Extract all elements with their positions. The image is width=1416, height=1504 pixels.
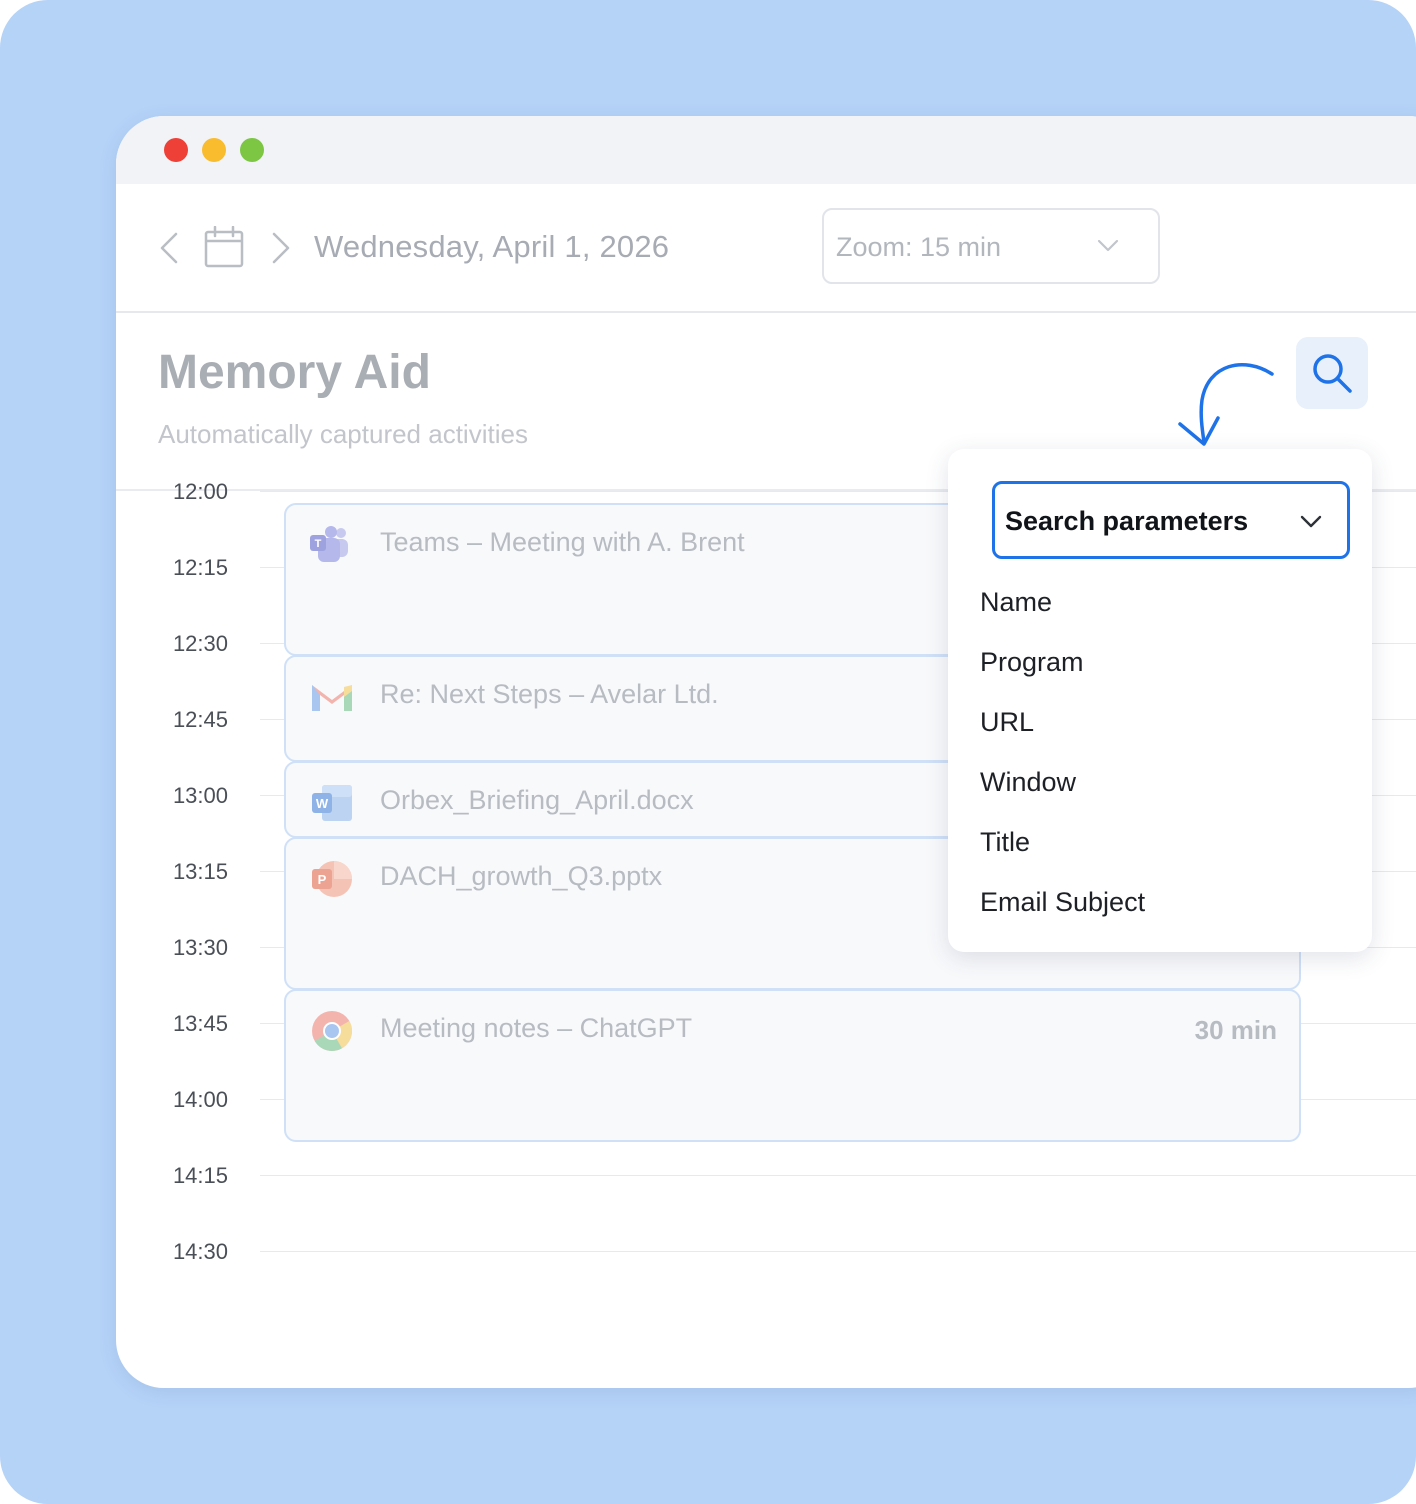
gmail-icon bbox=[310, 675, 354, 719]
time-label: 12:00 bbox=[172, 479, 228, 504]
curved-arrow-icon bbox=[1178, 363, 1274, 446]
search-parameters-dropdown: Search parameters Name Program URL Window Ti… bbox=[948, 449, 1372, 952]
maximize-window-button[interactable] bbox=[240, 138, 264, 162]
search-parameters-label: Search parameters bbox=[1005, 506, 1249, 536]
powerpoint-icon: P bbox=[310, 857, 354, 901]
chrome-icon bbox=[310, 1009, 354, 1053]
zoom-select[interactable]: Zoom: 15 min bbox=[822, 208, 1160, 284]
word-icon: W bbox=[310, 781, 354, 825]
svg-text:T: T bbox=[315, 538, 322, 550]
search-parameter-option[interactable]: Name bbox=[980, 587, 1052, 618]
event-duration: 30 min bbox=[1194, 1015, 1277, 1046]
teams-icon: T bbox=[310, 523, 354, 567]
search-icon bbox=[1313, 354, 1352, 393]
event-title: DACH_growth_Q3.pptx bbox=[380, 861, 663, 892]
time-label: 13:15 bbox=[172, 859, 228, 884]
chevron-down-icon bbox=[1300, 515, 1322, 528]
time-label: 13:45 bbox=[172, 1011, 228, 1036]
search-parameter-option[interactable]: Email Subject bbox=[980, 887, 1145, 918]
time-label: 14:30 bbox=[172, 1239, 228, 1264]
search-parameter-option[interactable]: URL bbox=[980, 707, 1034, 738]
time-label: 12:45 bbox=[172, 707, 228, 732]
event-title: Teams – Meeting with A. Brent bbox=[380, 527, 745, 557]
svg-text:W: W bbox=[316, 796, 329, 811]
time-label: 14:15 bbox=[172, 1163, 228, 1188]
time-label: 12:15 bbox=[172, 555, 228, 580]
page-subtitle: Automatically captured activities bbox=[158, 419, 528, 449]
title-bar bbox=[116, 116, 1416, 184]
event-title: Orbex_Briefing_April.docx bbox=[380, 785, 694, 816]
close-window-button[interactable] bbox=[164, 138, 188, 162]
calendar-icon[interactable] bbox=[204, 226, 244, 268]
event-title: Re: Next Steps – Avelar Ltd. bbox=[380, 679, 719, 709]
minimize-window-button[interactable] bbox=[202, 138, 226, 162]
chevron-right-icon[interactable] bbox=[268, 228, 294, 268]
time-label: 13:00 bbox=[172, 783, 228, 808]
page-title: Memory Aid bbox=[158, 346, 431, 399]
time-label: 13:30 bbox=[172, 935, 228, 960]
chevron-left-icon[interactable] bbox=[156, 228, 182, 268]
current-date: Wednesday, April 1, 2026 bbox=[314, 229, 670, 264]
search-button[interactable] bbox=[1296, 337, 1368, 409]
page-background: Wednesday, April 1, 2026 Zoom: 15 min Me… bbox=[0, 0, 1416, 1504]
time-gridline bbox=[260, 1175, 1416, 1176]
search-parameter-option[interactable]: Title bbox=[980, 827, 1030, 858]
activity-event[interactable]: Meeting notes – ChatGPT 30 min bbox=[284, 989, 1301, 1143]
time-label: 14:00 bbox=[172, 1087, 228, 1112]
date-toolbar: Wednesday, April 1, 2026 Zoom: 15 min bbox=[116, 184, 1416, 313]
chevron-down-icon bbox=[1097, 239, 1119, 252]
svg-text:P: P bbox=[318, 872, 327, 887]
search-parameter-option[interactable]: Window bbox=[980, 767, 1076, 798]
search-parameter-option[interactable]: Program bbox=[980, 647, 1084, 678]
zoom-value: Zoom: 15 min bbox=[836, 232, 1002, 262]
time-gridline bbox=[260, 1251, 1416, 1252]
time-label: 12:30 bbox=[172, 631, 228, 656]
search-parameters-select[interactable]: Search parameters bbox=[992, 481, 1350, 559]
event-title: Meeting notes – ChatGPT bbox=[380, 1013, 693, 1044]
